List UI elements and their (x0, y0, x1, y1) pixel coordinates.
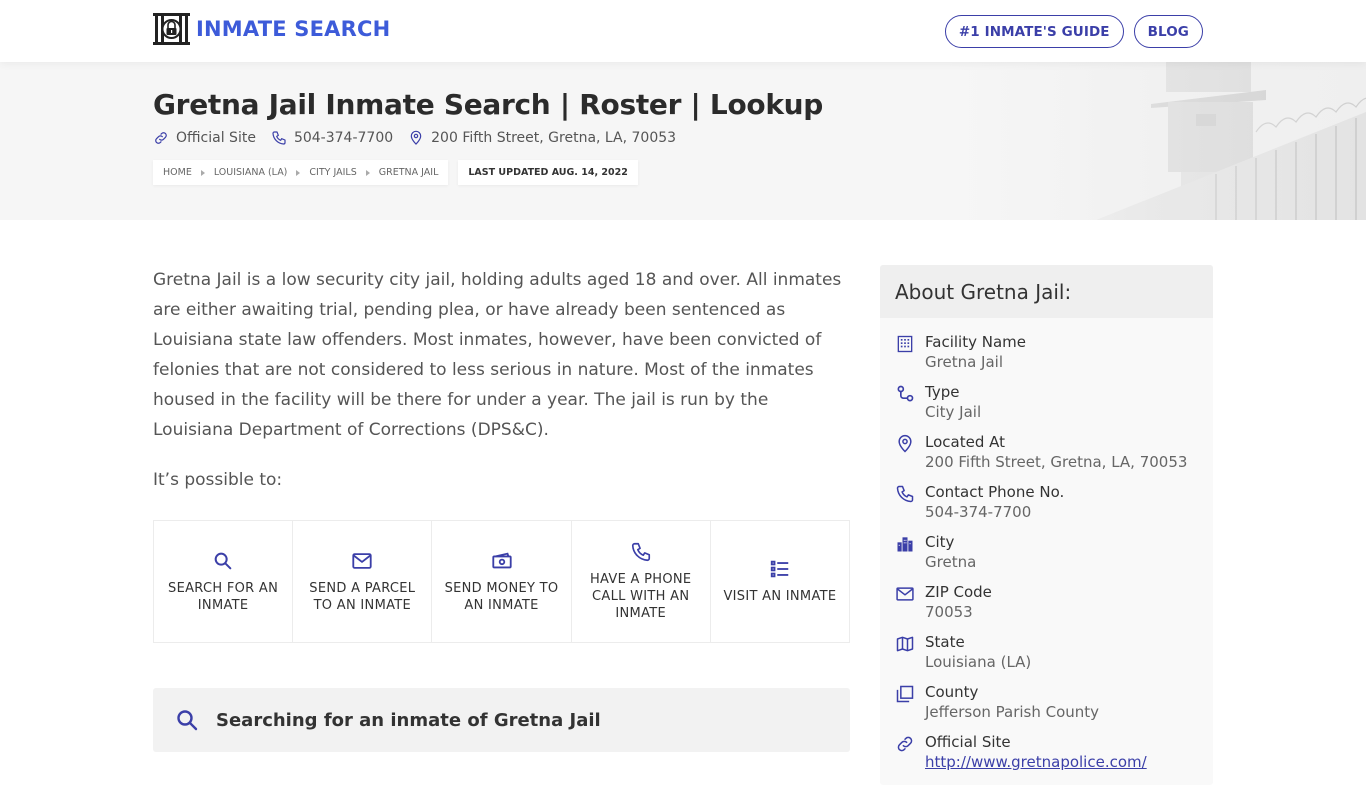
envelope-icon (896, 587, 914, 601)
info-value: 504-374-7700 (925, 503, 1032, 521)
search-section-title: Searching for an inmate of Gretna Jail (216, 709, 601, 731)
info-label: ZIP Code (925, 583, 992, 601)
info-state: State Louisiana (LA) (895, 632, 1198, 682)
info-contact-phone: Contact Phone No. 504-374-7700 (895, 482, 1198, 532)
info-value: Gretna (925, 553, 977, 571)
route-icon (897, 385, 914, 402)
breadcrumb-city-jails[interactable]: CITY JAILS (309, 167, 356, 178)
site-logo-link[interactable]: INMATE SEARCH (153, 13, 390, 45)
logo-text: INMATE SEARCH (196, 17, 391, 41)
action-label: SEARCH FOR AN INMATE (168, 580, 279, 613)
action-search-inmate[interactable]: SEARCH FOR AN INMATE (154, 521, 294, 642)
phone-item: 504-374-7700 (271, 130, 393, 146)
info-label: Located At (925, 433, 1005, 451)
intro-paragraph: Gretna Jail is a low security city jail,… (153, 270, 842, 440)
top-navbar: INMATE SEARCH #1 INMATE'S GUIDE BLOG (0, 0, 1366, 62)
search-inmate-section-header[interactable]: Searching for an inmate of Gretna Jail (153, 688, 850, 752)
phone-link[interactable]: 504-374-7700 (294, 130, 393, 146)
breadcrumb-home[interactable]: HOME (163, 167, 192, 178)
hero-banner: Gretna Jail Inmate Search | Roster | Loo… (0, 62, 1366, 220)
action-visit-inmate[interactable]: VISIT AN INMATE (711, 521, 849, 642)
info-value: 70053 (925, 603, 973, 621)
info-value: Jefferson Parish County (925, 703, 1100, 721)
building-icon (897, 335, 913, 353)
breadcrumb-row: HOME LOUISIANA (LA) CITY JAILS GRETNA JA… (153, 160, 638, 185)
info-label: State (925, 633, 965, 651)
phone-icon (896, 485, 914, 503)
main-content: Gretna Jail is a low security city jail,… (153, 265, 850, 752)
header-nav: #1 INMATE'S GUIDE BLOG (944, 15, 1203, 48)
action-label: HAVE A PHONE CALL WITH AN INMATE (589, 572, 692, 621)
city-icon (897, 537, 913, 552)
info-zip-code: ZIP Code 70053 (895, 582, 1198, 632)
info-value: Louisiana (LA) (925, 653, 1032, 671)
action-send-parcel[interactable]: SEND A PARCEL TO AN INMATE (293, 521, 433, 642)
info-official-site: Official Site http://www.gretnapolice.co… (895, 732, 1198, 782)
last-updated-text: LAST UPDATED AUG. 14, 2022 (468, 167, 628, 178)
map-pin-icon (410, 130, 422, 145)
breadcrumb-separator-icon (200, 169, 205, 176)
money-icon (491, 552, 512, 568)
breadcrumb-separator-icon (365, 169, 370, 176)
breadcrumb-separator-icon (296, 169, 301, 176)
map-pin-icon (898, 434, 912, 453)
map-icon (896, 636, 914, 652)
address-item: 200 Fifth Street, Gretna, LA, 70053 (408, 130, 676, 146)
info-label: Official Site (925, 733, 1011, 751)
address-text: 200 Fifth Street, Gretna, LA, 70053 (431, 130, 677, 146)
info-value: City Jail (925, 403, 982, 421)
official-site-link[interactable]: Official Site (176, 130, 256, 146)
link-icon (155, 132, 167, 144)
official-site-url-link[interactable]: http://www.gretnapolice.com/ (925, 752, 1147, 772)
breadcrumb-louisiana[interactable]: LOUISIANA (LA) (214, 167, 288, 178)
info-type: Type City Jail (895, 382, 1198, 432)
info-located-at: Located At 200 Fifth Street, Gretna, LA,… (895, 432, 1198, 482)
action-label: VISIT AN INMATE (723, 589, 837, 604)
facility-contact-meta: Official Site 504-374-7700 200 Fifth Str… (153, 130, 691, 146)
link-icon (897, 736, 913, 752)
last-updated-badge: LAST UPDATED AUG. 14, 2022 (458, 160, 638, 185)
info-value: 200 Fifth Street, Gretna, LA, 70053 (925, 453, 1188, 471)
info-label: City (925, 533, 955, 551)
info-county: County Jefferson Parish County (895, 682, 1198, 732)
search-icon (214, 552, 232, 569)
envelope-icon (352, 552, 372, 569)
prison-tower-image (946, 62, 1366, 220)
info-label: Contact Phone No. (925, 483, 1065, 501)
facility-info-list: Facility Name Gretna Jail Type City Jail… (880, 318, 1213, 782)
phone-icon (272, 131, 286, 145)
actions-grid: SEARCH FOR AN INMATE SEND A PARCEL TO AN… (153, 520, 850, 643)
phone-icon (631, 542, 650, 562)
action-label: SEND A PARCEL TO AN INMATE (309, 580, 416, 613)
breadcrumb-gretna-jail[interactable]: GRETNA JAIL (379, 167, 439, 178)
official-site-item: Official Site (153, 130, 256, 146)
info-label: Facility Name (925, 333, 1026, 351)
info-city: City Gretna (895, 532, 1198, 582)
possible-to-label: It’s possible to: (153, 470, 283, 490)
page-title: Gretna Jail Inmate Search | Roster | Loo… (153, 88, 824, 121)
list-icon (770, 560, 789, 578)
sidebar-title: About Gretna Jail: (880, 265, 1213, 318)
info-label: County (925, 683, 979, 701)
info-value: Gretna Jail (925, 353, 1003, 371)
action-label: SEND MONEY TO AN INMATE (444, 580, 559, 613)
copy-icon (896, 685, 914, 703)
jail-lock-icon (153, 13, 190, 45)
action-send-money[interactable]: SEND MONEY TO AN INMATE (432, 521, 572, 642)
info-facility-name: Facility Name Gretna Jail (895, 332, 1198, 382)
info-label: Type (925, 383, 960, 401)
search-icon (177, 710, 198, 731)
breadcrumb: HOME LOUISIANA (LA) CITY JAILS GRETNA JA… (153, 160, 449, 185)
inmates-guide-button[interactable]: #1 INMATE'S GUIDE (944, 15, 1124, 48)
blog-button[interactable]: BLOG (1133, 15, 1203, 48)
action-phone-call[interactable]: HAVE A PHONE CALL WITH AN INMATE (572, 521, 711, 642)
about-facility-sidebar: About Gretna Jail: Facility Name Gretna … (880, 265, 1213, 785)
